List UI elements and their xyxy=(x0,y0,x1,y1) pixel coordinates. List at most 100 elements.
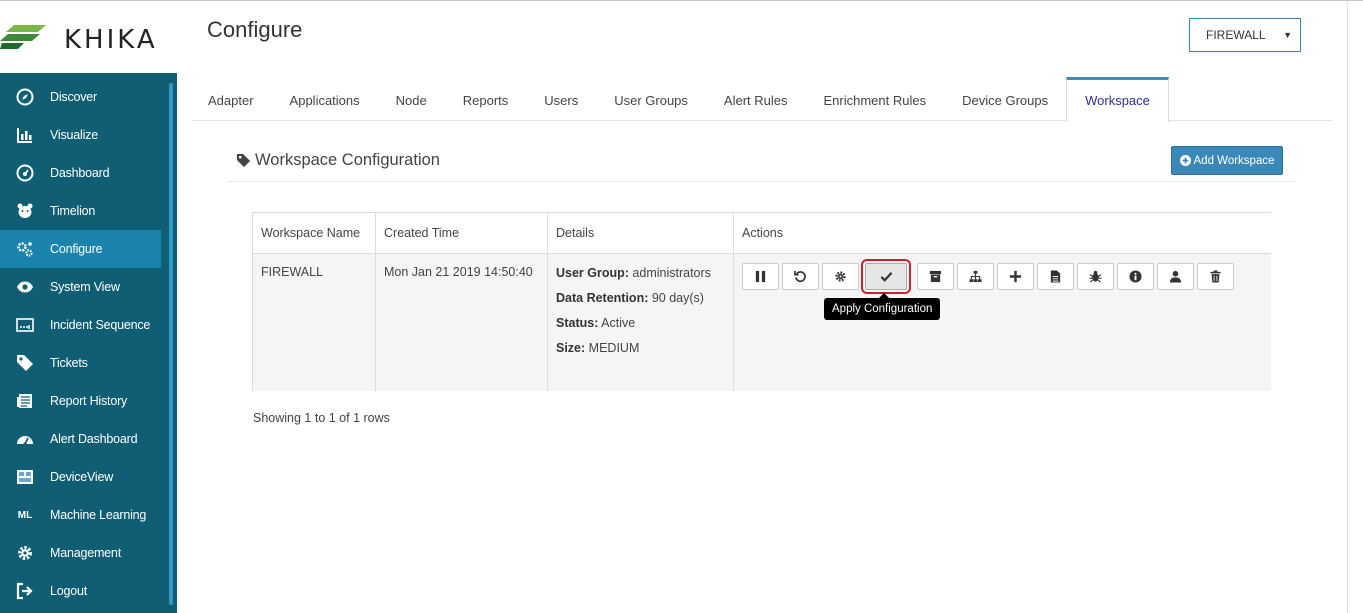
check-action-button[interactable] xyxy=(861,259,911,294)
tab-device-groups[interactable]: Device Groups xyxy=(944,77,1066,121)
pause-action-button[interactable] xyxy=(742,263,779,290)
newspaper-icon xyxy=(0,392,50,410)
cell-details: User Group: administrators Data Retentio… xyxy=(548,254,734,391)
refresh-action-button[interactable] xyxy=(782,263,819,290)
sequence-icon xyxy=(0,316,50,334)
bug-icon xyxy=(1089,270,1102,283)
tag-icon xyxy=(236,153,251,168)
sidebar-item-timelion[interactable]: Timelion xyxy=(0,192,161,230)
sidebar-item-label: Report History xyxy=(50,394,128,408)
tab-users[interactable]: Users xyxy=(526,77,596,121)
eye-icon xyxy=(0,278,50,296)
sidebar-item-incident-sequence[interactable]: Incident Sequence xyxy=(0,306,161,344)
sidebar-item-management[interactable]: Management xyxy=(0,534,161,572)
sidebar-item-machine-learning[interactable]: ML Machine Learning xyxy=(0,496,161,534)
sidebar-item-alert-dashboard[interactable]: Alert Dashboard xyxy=(0,420,161,458)
detail-size: Size: MEDIUM xyxy=(556,341,640,355)
detail-status: Status: Active xyxy=(556,316,636,330)
sidebar-item-label: Configure xyxy=(50,242,103,256)
archive-action-button[interactable] xyxy=(917,263,954,290)
sidebar-item-deviceview[interactable]: DeviceView xyxy=(0,458,161,496)
sitemap-action-button[interactable] xyxy=(957,263,994,290)
sidebar-item-logout[interactable]: Logout xyxy=(0,572,161,610)
logo-mark-icon xyxy=(0,25,46,49)
bug-action-button[interactable] xyxy=(1077,263,1114,290)
user-icon xyxy=(1169,270,1182,283)
column-header-details[interactable]: Details xyxy=(548,213,734,254)
app-window: KHIKA Discover Visualize Dashboard Timelion… xyxy=(0,0,1363,613)
info-icon xyxy=(1129,270,1142,283)
column-header-actions: Actions xyxy=(734,213,1271,254)
ml-text-icon: ML xyxy=(17,509,33,521)
check-icon xyxy=(880,270,893,283)
tab-reports[interactable]: Reports xyxy=(445,77,527,121)
logout-icon xyxy=(0,582,50,600)
user-action-button[interactable] xyxy=(1157,263,1194,290)
trash-action-button[interactable] xyxy=(1197,263,1234,290)
page-title: Configure xyxy=(207,17,303,42)
detail-user-group: User Group: administrators xyxy=(556,266,711,280)
sidebar-item-discover[interactable]: Discover xyxy=(0,78,161,116)
trash-icon xyxy=(1209,270,1222,283)
sidebar-item-label: Management xyxy=(50,546,121,560)
sidebar-item-visualize[interactable]: Visualize xyxy=(0,116,161,154)
sidebar-item-label: Logout xyxy=(50,584,88,598)
file-action-button[interactable] xyxy=(1037,263,1074,290)
config-tabs: Adapter Applications Node Reports Users User … xyxy=(192,77,1332,122)
compass-icon xyxy=(0,88,50,106)
tab-node[interactable]: Node xyxy=(378,77,445,121)
plus-circle-icon xyxy=(1179,155,1191,166)
apply-configuration-tooltip: Apply Configuration xyxy=(824,293,941,320)
tag-icon xyxy=(0,354,50,372)
logo-text: KHIKA xyxy=(64,25,158,55)
section-header: Workspace Configuration Add Workspace xyxy=(228,141,1296,182)
pause-icon xyxy=(754,270,767,283)
gear-icon xyxy=(834,270,847,283)
tab-workspace[interactable]: Workspace xyxy=(1066,77,1169,122)
section-title-text: Workspace Configuration xyxy=(255,151,440,169)
sidebar-item-label: Alert Dashboard xyxy=(50,432,138,446)
sidebar-scrollbar[interactable] xyxy=(169,83,173,605)
action-buttons xyxy=(742,259,1237,294)
logo[interactable]: KHIKA xyxy=(0,1,177,73)
workspace-select[interactable]: FIREWALL ▼ xyxy=(1189,18,1301,52)
tab-alert-rules[interactable]: Alert Rules xyxy=(706,77,806,121)
sidebar-item-label: Dashboard xyxy=(50,166,110,180)
gear-action-button[interactable] xyxy=(822,263,859,290)
page-scroll-edge xyxy=(1347,1,1348,613)
cell-created-time: Mon Jan 21 2019 14:50:40 xyxy=(376,254,548,391)
column-header-workspace-name[interactable]: Workspace Name xyxy=(253,213,376,254)
workspace-select-value: FIREWALL xyxy=(1206,28,1266,42)
workspace-table: Workspace Name Created Time Details Acti… xyxy=(252,212,1271,391)
tab-applications[interactable]: Applications xyxy=(272,77,378,121)
plus-action-button[interactable] xyxy=(997,263,1034,290)
sidebar-item-label: Incident Sequence xyxy=(50,318,151,332)
info-action-button[interactable] xyxy=(1117,263,1154,290)
plus-icon xyxy=(1009,270,1022,283)
sidebar: Discover Visualize Dashboard Timelion Config… xyxy=(0,73,177,613)
tab-adapter[interactable]: Adapter xyxy=(192,77,272,121)
dashboard-icon xyxy=(0,164,50,182)
gear-icon xyxy=(0,544,50,562)
bar-chart-icon xyxy=(0,126,50,144)
pagination-info: Showing 1 to 1 of 1 rows xyxy=(253,411,390,425)
sidebar-item-dashboard[interactable]: Dashboard xyxy=(0,154,161,192)
sidebar-item-system-view[interactable]: System View xyxy=(0,268,161,306)
file-icon xyxy=(1049,270,1062,283)
sidebar-item-report-history[interactable]: Report History xyxy=(0,382,161,420)
column-header-created-time[interactable]: Created Time xyxy=(376,213,548,254)
sidebar-item-label: Machine Learning xyxy=(50,508,147,522)
sidebar-item-label: Discover xyxy=(50,90,98,104)
cell-workspace-name: FIREWALL xyxy=(253,254,376,391)
tab-enrichment-rules[interactable]: Enrichment Rules xyxy=(806,77,945,121)
sidebar-item-configure[interactable]: Configure xyxy=(0,230,161,268)
cogs-icon xyxy=(0,240,50,258)
add-workspace-button[interactable]: Add Workspace xyxy=(1171,146,1283,175)
sidebar-item-label: Visualize xyxy=(50,128,98,142)
sidebar-item-label: Timelion xyxy=(50,204,96,218)
sidebar-item-tickets[interactable]: Tickets xyxy=(0,344,161,382)
sidebar-item-label: System View xyxy=(50,280,120,294)
gauge-icon xyxy=(0,430,50,448)
sidebar-item-label: DeviceView xyxy=(50,470,114,484)
tab-user-groups[interactable]: User Groups xyxy=(596,77,706,121)
